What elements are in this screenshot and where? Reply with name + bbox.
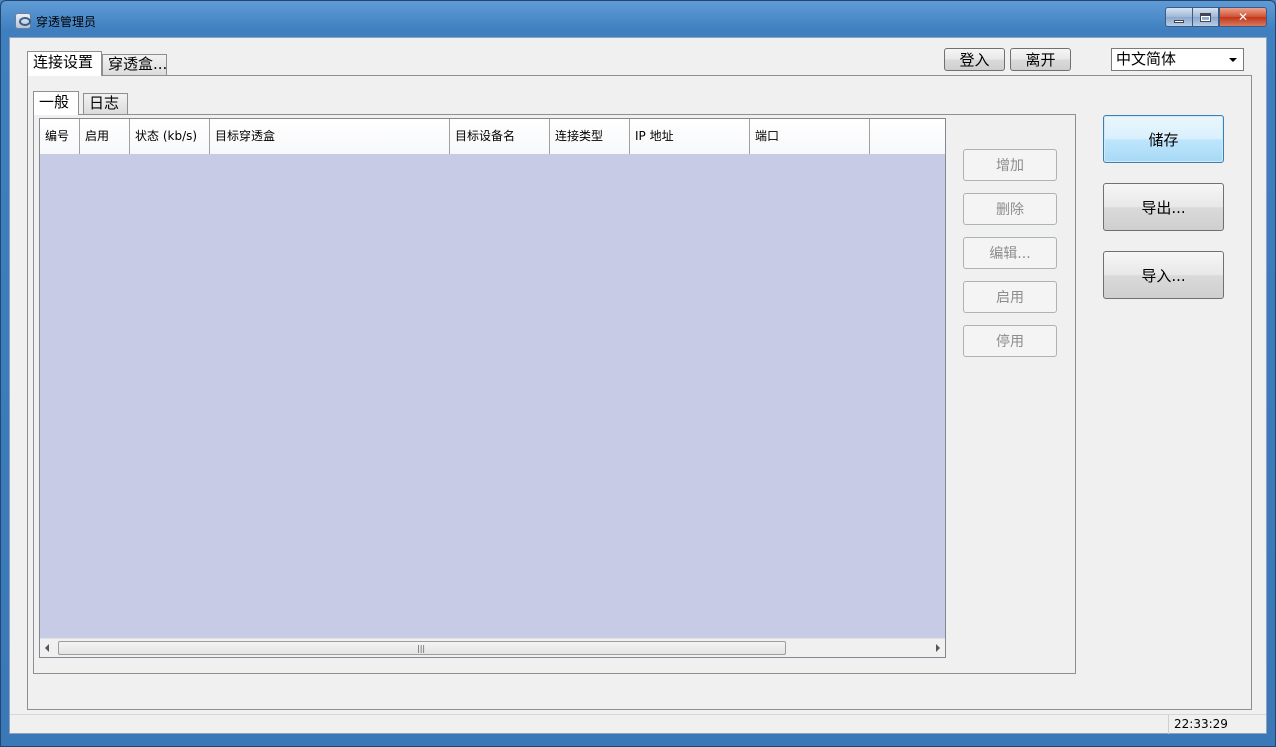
close-button[interactable]: ✕ [1219,7,1267,27]
enable-button[interactable]: 启用 [963,281,1057,313]
add-button[interactable]: 增加 [963,149,1057,181]
import-button[interactable]: 导入... [1103,251,1224,299]
minimize-button[interactable] [1165,7,1192,27]
column-header-target-box[interactable]: 目标穿透盒 [210,119,450,154]
language-select[interactable]: 中文简体 [1111,48,1244,71]
column-header-connection-type[interactable]: 连接类型 [550,119,630,154]
status-time: 22:33:29 [1168,715,1228,734]
scroll-right-icon[interactable] [936,644,940,652]
horizontal-scrollbar[interactable]: ||| [40,638,945,657]
column-header-target-device[interactable]: 目标设备名 [450,119,550,154]
connection-settings-panel: 一般 日志 编号 启用 状态 (kb/s) 目标穿透盒 目标设备名 连接类型 I… [27,75,1252,710]
minimize-icon [1174,19,1184,23]
column-header-ip-address[interactable]: IP 地址 [630,119,750,154]
tab-general[interactable]: 一般 [33,91,79,115]
column-header-enabled[interactable]: 启用 [80,119,130,154]
disable-button[interactable]: 停用 [963,325,1057,357]
tab-log[interactable]: 日志 [83,93,128,114]
caption-buttons: ✕ [1165,7,1267,29]
column-header-filler [870,119,945,154]
export-button[interactable]: 导出... [1103,183,1224,231]
column-header-port[interactable]: 端口 [750,119,870,154]
tab-label: 一般 [39,93,70,111]
table-header: 编号 启用 状态 (kb/s) 目标穿透盒 目标设备名 连接类型 IP 地址 端… [40,119,945,154]
column-header-status[interactable]: 状态 (kb/s) [130,119,210,154]
app-icon[interactable] [15,13,31,29]
tab-penetration-box[interactable]: 穿透盒... [102,54,167,75]
leave-button[interactable]: 离开 [1010,48,1071,71]
scroll-left-icon[interactable] [45,644,49,652]
title-bar[interactable]: 穿透管理员 ✕ [1,1,1275,37]
language-selected-value: 中文简体 [1116,50,1177,68]
tab-label: 日志 [89,94,120,112]
status-bar: 22:33:29 [10,714,1266,734]
column-header-id[interactable]: 编号 [40,119,80,154]
connection-table[interactable]: 编号 启用 状态 (kb/s) 目标穿透盒 目标设备名 连接类型 IP 地址 端… [39,118,946,658]
tab-connection-settings[interactable]: 连接设置 [27,51,102,76]
tab-label: 穿透盒... [108,55,168,73]
window-title: 穿透管理员 [36,15,97,29]
edit-button[interactable]: 编辑... [963,237,1057,269]
login-button[interactable]: 登入 [944,48,1005,71]
application-window: 穿透管理员 ✕ 连接设置 穿透盒... 登入 离开 中文简体 一般 日志 编号 … [0,0,1276,747]
general-panel: 编号 启用 状态 (kb/s) 目标穿透盒 目标设备名 连接类型 IP 地址 端… [33,114,1076,674]
close-icon: ✕ [1237,10,1249,24]
delete-button[interactable]: 删除 [963,193,1057,225]
maximize-button[interactable] [1192,7,1219,27]
grip-icon: ||| [417,644,426,653]
maximize-icon [1200,12,1211,22]
scrollbar-thumb[interactable]: ||| [58,641,786,655]
save-button[interactable]: 储存 [1103,115,1224,163]
client-area: 连接设置 穿透盒... 登入 离开 中文简体 一般 日志 编号 启用 状态 (k… [9,37,1267,734]
chevron-down-icon [1229,58,1237,62]
tab-label: 连接设置 [33,53,94,71]
